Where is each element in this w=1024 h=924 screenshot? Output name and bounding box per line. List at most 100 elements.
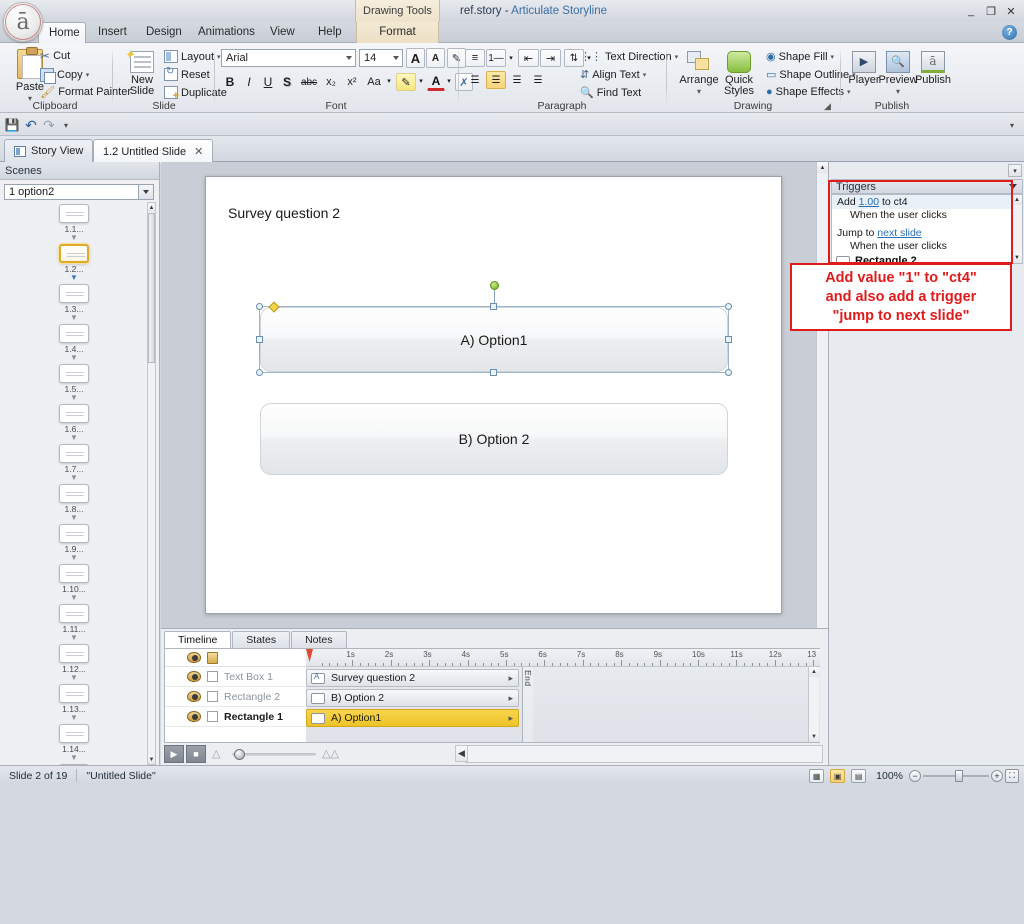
- zoom-slider-knob[interactable]: [955, 770, 963, 782]
- scroll-down-icon[interactable]: ▼: [148, 755, 155, 764]
- scroll-up-icon[interactable]: ▲: [1012, 195, 1022, 205]
- tab-view[interactable]: View: [260, 22, 302, 43]
- scene-selector-combo[interactable]: 1 option2: [4, 184, 154, 200]
- decrease-indent-button[interactable]: ⇤: [518, 49, 539, 67]
- customize-qat-icon[interactable]: ▾: [58, 117, 74, 133]
- eye-icon[interactable]: [187, 671, 201, 682]
- timeline-bar-survey-question-2[interactable]: Survey question 2 ▸: [306, 669, 519, 687]
- ribbon-collapse-icon[interactable]: ▾: [1004, 117, 1020, 133]
- scroll-down-icon[interactable]: ▼: [1012, 253, 1022, 263]
- timeline-row-textbox1[interactable]: Text Box 1: [165, 667, 306, 687]
- scroll-down-icon[interactable]: ▼: [809, 732, 819, 742]
- handle-bottom-left[interactable]: [256, 369, 263, 376]
- numbering-dropdown-arrow[interactable]: ▾: [507, 51, 515, 64]
- italic-button[interactable]: I: [240, 73, 258, 91]
- tab-format[interactable]: Format: [356, 22, 439, 43]
- slide-canvas-area[interactable]: Survey question 2 A) Option1 B) Option 2: [161, 162, 828, 628]
- quick-styles-button[interactable]: Quick Styles: [716, 51, 762, 97]
- scene-slide-item[interactable]: 1.6... ▼: [0, 404, 148, 442]
- timeline-horizontal-scrollbar[interactable]: [465, 745, 823, 763]
- zoom-out-icon[interactable]: −: [909, 770, 921, 782]
- slide-surface[interactable]: Survey question 2 A) Option1 B) Option 2: [205, 176, 782, 614]
- lock-all-icon[interactable]: [207, 651, 218, 664]
- zoom-out-timeline-icon[interactable]: △: [212, 747, 220, 760]
- increase-indent-button[interactable]: ⇥: [540, 49, 561, 67]
- redo-icon[interactable]: ↷: [41, 117, 57, 133]
- eye-icon[interactable]: [187, 691, 201, 702]
- scroll-left-icon[interactable]: ◀: [455, 745, 468, 762]
- justify-button[interactable]: ☰: [528, 71, 548, 89]
- slide-thumbnail[interactable]: [59, 324, 89, 343]
- tab-home[interactable]: Home: [38, 22, 86, 43]
- app-menu-orb-button[interactable]: [3, 2, 43, 42]
- scene-slide-item[interactable]: 1.7... ▼: [0, 444, 148, 482]
- zoom-slider[interactable]: − +: [909, 769, 1003, 783]
- zoom-in-timeline-icon[interactable]: △△: [322, 747, 339, 760]
- slide-thumbnail[interactable]: [59, 564, 89, 583]
- align-right-button[interactable]: ☰: [507, 71, 527, 89]
- panel-collapse-icon[interactable]: ▾: [1008, 164, 1022, 177]
- lock-icon[interactable]: [207, 691, 218, 702]
- help-icon[interactable]: ?: [1002, 25, 1017, 40]
- font-color-dropdown-arrow[interactable]: ▾: [445, 75, 453, 87]
- numbering-button[interactable]: 1—: [486, 49, 506, 67]
- shrink-font-button[interactable]: A: [426, 48, 445, 68]
- slide-thumbnail[interactable]: [59, 364, 89, 383]
- chevron-right-icon[interactable]: ▸: [508, 673, 513, 684]
- slide-thumbnail[interactable]: [59, 524, 89, 543]
- timeline-row-rectangle1[interactable]: Rectangle 1: [165, 707, 306, 727]
- change-case-dropdown-arrow[interactable]: ▾: [385, 75, 393, 87]
- lock-icon[interactable]: [207, 711, 218, 722]
- scene-slide-item[interactable]: 1.4... ▼: [0, 324, 148, 362]
- font-color-button[interactable]: A: [427, 73, 445, 91]
- bullets-button[interactable]: ≡: [465, 49, 485, 67]
- handle-top-left[interactable]: [256, 303, 263, 310]
- triggers-scrollbar[interactable]: ▲ ▼: [1011, 195, 1022, 263]
- scene-slide-item[interactable]: 1.5... ▼: [0, 364, 148, 402]
- chevron-down-icon[interactable]: [1009, 184, 1017, 189]
- highlight-color-icon[interactable]: ✎: [396, 73, 416, 91]
- tab-design[interactable]: Design: [136, 22, 184, 43]
- slide-title-textbox[interactable]: Survey question 2: [228, 205, 340, 221]
- chevron-right-icon[interactable]: ▸: [508, 693, 513, 704]
- timeline-zoom-knob[interactable]: [234, 749, 245, 760]
- slide-thumbnail[interactable]: [59, 404, 89, 423]
- scroll-up-icon[interactable]: ▲: [809, 667, 819, 677]
- publish-button[interactable]: ā Publish: [914, 51, 952, 86]
- slide-thumbnail[interactable]: [59, 284, 89, 303]
- align-left-button[interactable]: ☰: [465, 71, 485, 89]
- scene-slide-item[interactable]: 1.3... ▼: [0, 284, 148, 322]
- triggers-list[interactable]: Add 1.00 to ct4 When the user clicks Jum…: [831, 194, 1023, 264]
- rotation-handle[interactable]: [490, 281, 499, 290]
- timeline-bar-option2[interactable]: B) Option 2 ▸: [306, 689, 519, 707]
- align-text-button[interactable]: ⇵ Align Text ▾: [578, 67, 648, 82]
- scene-slide-item[interactable]: 1.9... ▼: [0, 524, 148, 562]
- align-center-button[interactable]: ☰: [486, 71, 506, 89]
- strikethrough-button[interactable]: abc: [298, 73, 320, 91]
- shape-option1[interactable]: A) Option1: [260, 307, 728, 372]
- scene-slide-item[interactable]: 1.8... ▼: [0, 484, 148, 522]
- handle-bottom-right[interactable]: [725, 369, 732, 376]
- change-case-button[interactable]: Aa: [363, 73, 385, 91]
- triggers-panel-header[interactable]: Triggers: [831, 179, 1023, 194]
- tab-states[interactable]: States: [232, 631, 291, 648]
- save-icon[interactable]: 💾: [4, 117, 20, 133]
- slide-thumbnail[interactable]: [59, 604, 89, 623]
- slide-thumbnail[interactable]: [59, 724, 89, 743]
- player-button[interactable]: ▶ Player: [846, 51, 882, 86]
- slide-thumbnail[interactable]: [59, 204, 89, 223]
- copy-button[interactable]: Copy ▾: [38, 67, 91, 84]
- timeline-bar-option1[interactable]: A) Option1 ▸: [306, 709, 519, 727]
- bold-button[interactable]: B: [221, 73, 239, 91]
- scene-slide-item[interactable]: 1.12... ▼: [0, 644, 148, 682]
- align-text-dropdown-arrow[interactable]: ▾: [643, 71, 647, 79]
- tab-timeline[interactable]: Timeline: [164, 631, 232, 648]
- highlight-dropdown-arrow[interactable]: ▾: [417, 75, 425, 87]
- lock-icon[interactable]: [207, 671, 218, 682]
- scene-slide-item[interactable]: 1.11... ▼: [0, 604, 148, 642]
- shape-option2[interactable]: B) Option 2: [260, 403, 728, 475]
- show-hide-all-icon[interactable]: [187, 652, 201, 663]
- timeline-vertical-scrollbar[interactable]: ▲ ▼: [808, 667, 819, 742]
- undo-icon[interactable]: ↶: [23, 117, 39, 133]
- scene-slide-item[interactable]: 1.13... ▼: [0, 684, 148, 722]
